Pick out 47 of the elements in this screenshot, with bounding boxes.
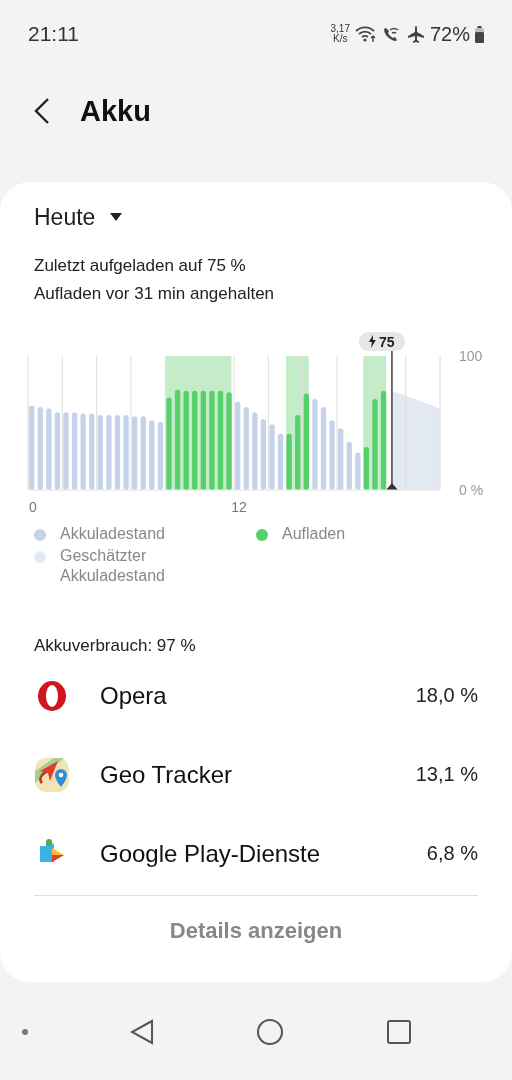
battery-bar [355, 452, 361, 490]
battery-icon [475, 25, 484, 43]
battery-bar [277, 433, 284, 490]
y-tick-label: 100 [459, 348, 483, 364]
app-usage-percent: 6,8 % [426, 842, 478, 865]
battery-bar [149, 420, 155, 490]
info-text: Zuletzt aufgeladen auf 75 % [34, 255, 247, 277]
x-tick-label: 12 [231, 499, 247, 515]
period-dropdown[interactable]: Heute [34, 200, 124, 234]
battery-bar [338, 428, 344, 490]
wifi-icon [354, 25, 377, 43]
battery-bar [286, 433, 292, 490]
legend-label: Akkuladestand [60, 524, 166, 544]
airplane-icon [406, 25, 425, 43]
battery-bar [157, 421, 164, 490]
app-name: Opera [100, 681, 168, 710]
app-name: Google Play-Dienste [100, 839, 322, 868]
legend-label: Geschätzter Akkuladestand [60, 546, 166, 586]
app-row[interactable]: Google Play-Dienste 6,8 % [34, 814, 478, 893]
app-row[interactable]: Opera 18,0 % [34, 656, 478, 735]
network-speed: 3,17 K/s [330, 24, 350, 44]
caret-icon [109, 212, 124, 222]
charge-level-badge: 75 [358, 332, 405, 351]
status-time: 21:11 [28, 22, 79, 46]
x-tick-label: 0 [29, 499, 37, 515]
app-row[interactable]: Geo Tracker 13,1 % [34, 735, 478, 814]
battery-bar [269, 424, 275, 490]
app-name: Geo Tracker [100, 760, 234, 789]
battery-bar [363, 447, 370, 490]
app-icon [34, 756, 70, 793]
nav-dot-icon [22, 1029, 28, 1035]
recent-apps-icon[interactable] [386, 1019, 412, 1045]
battery-bar [260, 419, 267, 490]
info-text: Aufladen vor 31 min angehalten [34, 283, 276, 305]
legend-label: Aufladen [282, 524, 347, 544]
y-tick-label: 0 % [459, 482, 484, 498]
usage-total: Akkuverbrauch: 97 % [34, 636, 197, 656]
battery-percent: 72% [429, 22, 470, 46]
back-nav-icon[interactable] [130, 1019, 154, 1045]
app-usage-percent: 18,0 % [415, 684, 478, 707]
details-button[interactable]: Details anzeigen [34, 896, 478, 966]
back-button[interactable] [34, 98, 50, 124]
battery-bar [329, 420, 335, 490]
battery-bar [346, 441, 352, 490]
app-usage-percent: 13,1 % [415, 763, 478, 786]
home-nav-icon[interactable] [256, 1018, 284, 1046]
page-title: Akku [80, 94, 151, 128]
